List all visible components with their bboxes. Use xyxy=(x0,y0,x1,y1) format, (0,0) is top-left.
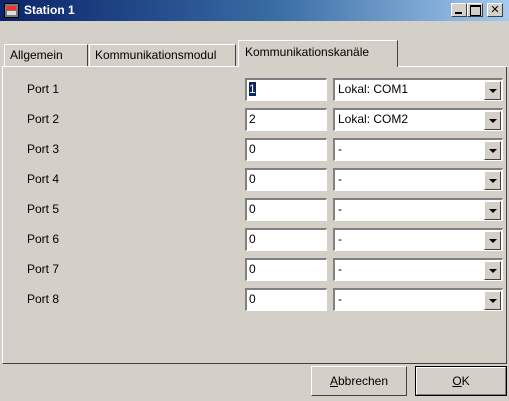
cancel-mnemonic: A xyxy=(329,374,338,388)
port-number-input[interactable]: 0 xyxy=(245,168,327,191)
port-row: Port 1 1 Lokal: COM1 xyxy=(27,78,503,102)
cancel-button[interactable]: Abbrechen xyxy=(311,366,407,396)
station-dialog: Station 1 ✕ Allgemein Kommunikationsmodu… xyxy=(0,0,509,401)
channel-value: - xyxy=(338,232,342,246)
port-number-value: 0 xyxy=(249,292,256,306)
port-number-value: 1 xyxy=(249,82,256,96)
channel-select[interactable]: - xyxy=(333,138,503,161)
ok-button[interactable]: OK xyxy=(415,366,507,396)
maximize-icon[interactable] xyxy=(467,3,483,17)
channel-value: - xyxy=(338,142,342,156)
channel-value: Lokal: COM2 xyxy=(338,112,409,126)
port-number-input[interactable]: 1 xyxy=(245,78,327,101)
port-number-input[interactable]: 0 xyxy=(245,288,327,311)
port-number-input[interactable]: 0 xyxy=(245,228,327,251)
channel-select[interactable]: - xyxy=(333,258,503,281)
port-row: Port 2 2 Lokal: COM2 xyxy=(27,108,503,132)
dropdown-arrow-icon[interactable] xyxy=(484,201,501,220)
port-number-value: 0 xyxy=(249,202,256,216)
channel-select[interactable]: Lokal: COM1 xyxy=(333,78,503,101)
port-label: Port 7 xyxy=(27,262,60,276)
channel-select[interactable]: - xyxy=(333,198,503,221)
port-row: Port 7 0 - xyxy=(27,258,503,282)
port-label: Port 5 xyxy=(27,202,60,216)
port-number-value: 0 xyxy=(249,262,256,276)
channel-value: - xyxy=(338,292,342,306)
channel-select[interactable]: - xyxy=(333,168,503,191)
dropdown-arrow-icon[interactable] xyxy=(484,231,501,250)
port-number-value: 0 xyxy=(249,142,256,156)
tab-strip: Allgemein Kommunikationsmodul Kommunikat… xyxy=(0,26,509,67)
port-label: Port 6 xyxy=(27,232,60,246)
channel-value: - xyxy=(338,262,342,276)
title-bar[interactable]: Station 1 ✕ xyxy=(0,0,509,21)
dropdown-arrow-icon[interactable] xyxy=(484,291,501,310)
port-label: Port 4 xyxy=(27,172,60,186)
channel-select[interactable]: - xyxy=(333,228,503,251)
port-number-input[interactable]: 2 xyxy=(245,108,327,131)
dropdown-arrow-icon[interactable] xyxy=(484,141,501,160)
port-row: Port 3 0 - xyxy=(27,138,503,162)
port-label: Port 1 xyxy=(27,82,60,96)
port-number-value: 0 xyxy=(249,232,256,246)
channel-value: Lokal: COM1 xyxy=(338,82,409,96)
dropdown-arrow-icon[interactable] xyxy=(484,261,501,280)
port-number-input[interactable]: 0 xyxy=(245,198,327,221)
tab-allgemein[interactable]: Allgemein xyxy=(4,44,88,66)
app-icon[interactable] xyxy=(4,3,19,18)
dropdown-arrow-icon[interactable] xyxy=(484,171,501,190)
channel-value: - xyxy=(338,172,342,186)
window-title: Station 1 xyxy=(24,3,75,17)
port-row: Port 8 0 - xyxy=(27,288,503,312)
dropdown-arrow-icon[interactable] xyxy=(484,111,501,130)
port-number-value: 0 xyxy=(249,172,256,186)
channel-select[interactable]: Lokal: COM2 xyxy=(333,108,503,131)
close-icon[interactable]: ✕ xyxy=(487,3,503,17)
port-number-input[interactable]: 0 xyxy=(245,138,327,161)
ok-button-bevel xyxy=(416,367,506,395)
minimize-icon[interactable] xyxy=(451,3,467,17)
port-number-value: 2 xyxy=(249,112,256,126)
port-row: Port 5 0 - xyxy=(27,198,503,222)
tab-kommunikationsmodul[interactable]: Kommunikationsmodul xyxy=(89,44,236,66)
port-row: Port 6 0 - xyxy=(27,228,503,252)
channel-value: - xyxy=(338,202,342,216)
dropdown-arrow-icon[interactable] xyxy=(484,81,501,100)
port-row: Port 4 0 - xyxy=(27,168,503,192)
cancel-label-rest: bbrechen xyxy=(337,374,389,388)
tab-panel: Port 1 1 Lokal: COM1 Port 2 2 Lokal: COM… xyxy=(2,66,507,364)
port-label: Port 3 xyxy=(27,142,60,156)
port-label: Port 2 xyxy=(27,112,60,126)
channel-select[interactable]: - xyxy=(333,288,503,311)
port-number-input[interactable]: 0 xyxy=(245,258,327,281)
port-label: Port 8 xyxy=(27,292,60,306)
tab-kommunikationskanaele[interactable]: Kommunikationskanäle xyxy=(238,40,398,67)
